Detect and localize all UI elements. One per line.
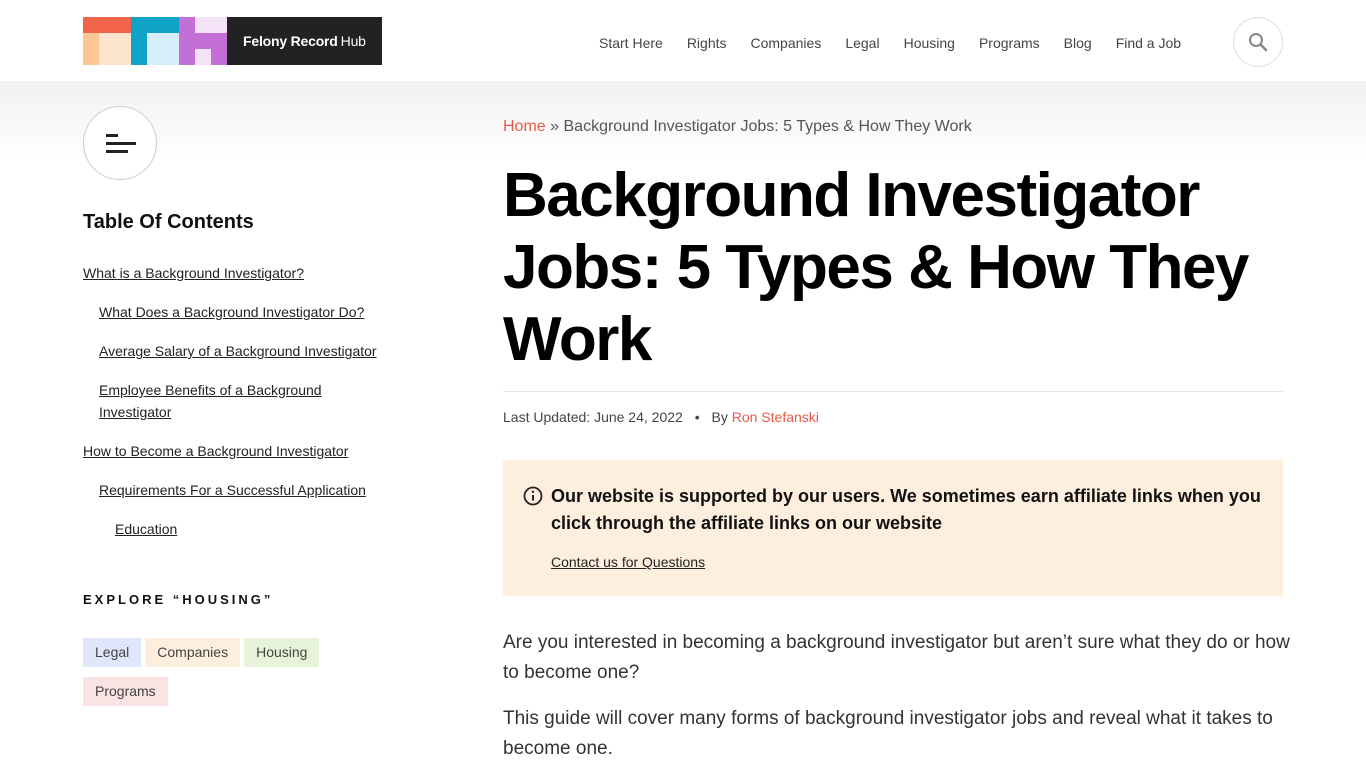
notice-text: Our website is supported by our users. W…: [551, 486, 1261, 533]
notice-row: Our website is supported by our users. W…: [523, 483, 1263, 537]
toc-item: What is a Background Investigator?: [83, 262, 393, 284]
affiliate-notice: Our website is supported by our users. W…: [503, 460, 1283, 596]
breadcrumb-current: Background Investigator Jobs: 5 Types & …: [563, 118, 972, 135]
category-tags: Legal Companies Housing Programs: [83, 638, 343, 706]
logo-mark: [83, 17, 227, 65]
toc-link-what-does[interactable]: What Does a Background Investigator Do?: [99, 304, 364, 320]
main-nav: Start Here Rights Companies Legal Housin…: [599, 33, 1205, 53]
nav-legal[interactable]: Legal: [845, 33, 879, 53]
menu-icon-line: [106, 149, 128, 153]
toc-item: Requirements For a Successful Applicatio…: [83, 479, 393, 501]
logo-brand-light: Hub: [340, 33, 366, 49]
toc-link-requirements[interactable]: Requirements For a Successful Applicatio…: [99, 482, 366, 498]
toc-item: Employee Benefits of a Background Invest…: [83, 379, 393, 423]
toc-link-how-to-become[interactable]: How to Become a Background Investigator: [83, 443, 348, 459]
meta-separator: •: [694, 409, 700, 425]
page-title: Background Investigator Jobs: 5 Types & …: [503, 161, 1249, 374]
updated-date: June 24, 2022: [594, 409, 683, 425]
toc-item: What Does a Background Investigator Do?: [83, 301, 393, 323]
intro-paragraph: Are you interested in becoming a backgro…: [503, 632, 1290, 683]
search-icon: [1249, 33, 1268, 52]
by-label: By: [711, 409, 728, 425]
nav-find-a-job[interactable]: Find a Job: [1116, 33, 1181, 53]
breadcrumb-separator: »: [550, 118, 560, 135]
nav-rights[interactable]: Rights: [687, 33, 727, 53]
toc-item: Education: [83, 518, 393, 540]
toc-link-what-is[interactable]: What is a Background Investigator?: [83, 265, 304, 281]
toc-link-salary[interactable]: Average Salary of a Background Investiga…: [99, 343, 377, 359]
tag-companies[interactable]: Companies: [145, 638, 241, 667]
site-header: Felony Record Hub Start Here Rights Comp…: [0, 0, 1366, 81]
explore-title: EXPLORE “HOUSING”: [83, 592, 274, 607]
breadcrumb-home[interactable]: Home: [503, 118, 546, 135]
toc-item: Average Salary of a Background Investiga…: [83, 340, 393, 362]
toc-link-benefits[interactable]: Employee Benefits of a Background Invest…: [99, 382, 322, 420]
guide-paragraph: This guide will cover many forms of back…: [503, 708, 1273, 759]
info-icon: [523, 486, 543, 506]
site-logo[interactable]: Felony Record Hub: [83, 17, 382, 65]
toc-item: How to Become a Background Investigator: [83, 440, 393, 462]
tag-legal[interactable]: Legal: [83, 638, 142, 667]
breadcrumb: Home » Background Investigator Jobs: 5 T…: [503, 118, 972, 136]
author-link[interactable]: Ron Stefanski: [732, 409, 819, 425]
title-divider: [503, 391, 1283, 392]
menu-icon: [106, 133, 118, 137]
toc-title: Table Of Contents: [83, 211, 254, 233]
article-meta: Last Updated: June 24, 2022 • By Ron Ste…: [503, 409, 819, 425]
contact-link[interactable]: Contact us for Questions: [551, 554, 1263, 570]
tag-housing[interactable]: Housing: [244, 638, 320, 667]
menu-icon-line: [106, 141, 136, 145]
nav-housing[interactable]: Housing: [904, 33, 955, 53]
nav-blog[interactable]: Blog: [1064, 33, 1092, 53]
search-button[interactable]: [1233, 17, 1283, 67]
nav-programs[interactable]: Programs: [979, 33, 1040, 53]
logo-brand-bold: Felony Record: [243, 33, 338, 49]
nav-companies[interactable]: Companies: [751, 33, 822, 53]
table-of-contents: What is a Background Investigator? What …: [83, 262, 393, 557]
updated-label: Last Updated:: [503, 409, 591, 425]
logo-text: Felony Record Hub: [227, 17, 382, 65]
toc-link-education[interactable]: Education: [115, 521, 177, 537]
toc-toggle-button[interactable]: [83, 106, 157, 180]
nav-start-here[interactable]: Start Here: [599, 33, 663, 53]
tag-programs[interactable]: Programs: [83, 677, 168, 706]
